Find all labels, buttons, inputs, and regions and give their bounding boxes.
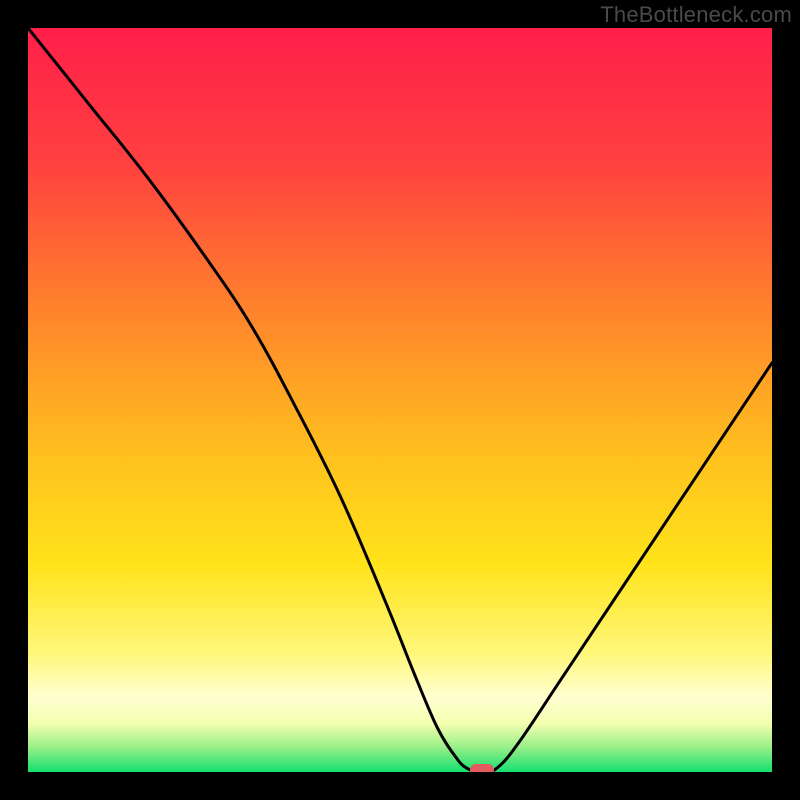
background-gradient — [28, 28, 772, 772]
chart-frame: TheBottleneck.com — [0, 0, 800, 800]
watermark-text: TheBottleneck.com — [600, 2, 792, 28]
plot-area — [28, 28, 772, 772]
